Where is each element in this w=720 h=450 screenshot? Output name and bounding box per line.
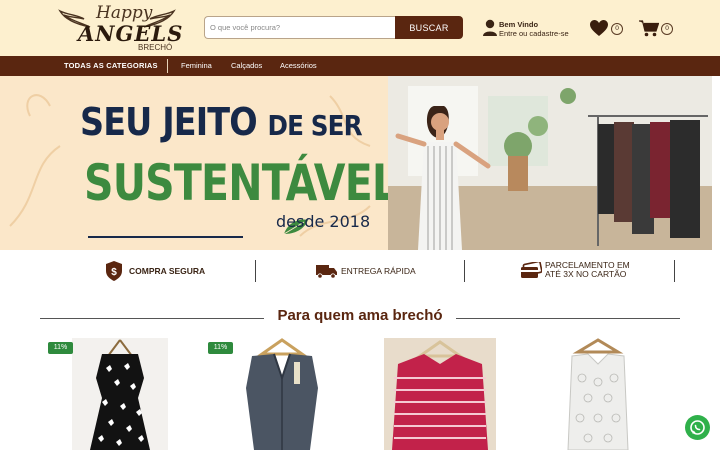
credit-card-icon	[521, 262, 542, 278]
section-divider-right	[456, 318, 680, 319]
whatsapp-button[interactable]	[685, 415, 710, 440]
site-header: Happy ANGELS BRECHÓ BUSCAR Bem Vindo Ent…	[0, 0, 720, 56]
heart-icon	[590, 20, 608, 36]
logo-happy-text: Happy	[96, 3, 153, 23]
banner-headline-2: SUSTENTÁVEL	[84, 154, 398, 212]
account-link[interactable]: Bem Vindo Entre ou cadastre-se	[483, 18, 583, 42]
denim-vest-image	[246, 338, 318, 450]
product-card-image[interactable]	[232, 338, 332, 450]
cart-count: 0	[661, 23, 673, 35]
banner-headline-1: SEU JEITO DE SER	[80, 100, 363, 144]
nav-divider	[167, 59, 168, 73]
feature-divider	[464, 260, 465, 282]
striped-blouse-image	[392, 340, 488, 450]
banner-since: desde 2018	[276, 212, 371, 231]
feature-delivery-label: ENTREGA RÁPIDA	[341, 266, 416, 276]
site-logo[interactable]: Happy ANGELS BRECHÓ	[58, 3, 182, 53]
nav-item-feminina[interactable]: Feminina	[181, 56, 212, 76]
discount-badge: 11%	[48, 342, 73, 354]
whatsapp-icon	[690, 420, 705, 435]
product-card-image[interactable]	[384, 338, 496, 450]
store-photo	[388, 76, 712, 250]
feature-divider	[255, 260, 256, 282]
cart-icon	[639, 20, 659, 37]
logo-brecho-text: BRECHÓ	[138, 43, 173, 52]
nav-item-acessorios[interactable]: Acessórios	[280, 56, 317, 76]
product-card-image[interactable]	[552, 338, 644, 450]
nav-all-categories[interactable]: TODAS AS CATEGORIAS	[64, 56, 158, 76]
nav-item-calcados[interactable]: Calçados	[231, 56, 262, 76]
cart-button[interactable]: 0	[639, 19, 675, 39]
lace-top-image	[567, 338, 629, 450]
banner-underline	[88, 236, 243, 238]
search-bar: BUSCAR	[204, 16, 463, 39]
product-card-image[interactable]	[72, 338, 168, 450]
search-button[interactable]: BUSCAR	[395, 16, 463, 39]
feature-secure-label: COMPRA SEGURA	[129, 266, 206, 276]
feature-installments-line2: ATÉ 3X NO CARTÃO	[545, 269, 627, 279]
feature-divider	[674, 260, 675, 282]
wishlist-button[interactable]: 0	[590, 19, 624, 39]
account-login-link[interactable]: Entre ou cadastre-se	[499, 29, 569, 38]
user-icon	[483, 19, 497, 36]
svg-text:$: $	[111, 267, 117, 278]
section-title: Para quem ama brechó	[277, 307, 443, 324]
category-nav: TODAS AS CATEGORIAS Feminina Calçados Ac…	[0, 56, 720, 76]
discount-badge: 11%	[208, 342, 233, 354]
search-input[interactable]	[204, 16, 396, 39]
wishlist-count: 0	[611, 23, 623, 35]
features-bar: $ COMPRA SEGURA ENTREGA RÁPIDA PARCELAME…	[0, 252, 720, 290]
banner-headline-1a: SEU JEITO	[80, 100, 258, 144]
banner-headline-1b: DE SER	[267, 109, 363, 142]
account-greeting: Bem Vindo	[499, 20, 539, 29]
black-dress-image	[90, 339, 150, 450]
hero-banner[interactable]: SEU JEITO DE SER SUSTENTÁVEL desde 2018	[0, 76, 712, 250]
truck-icon	[316, 265, 337, 279]
shield-dollar-icon: $	[106, 261, 122, 281]
